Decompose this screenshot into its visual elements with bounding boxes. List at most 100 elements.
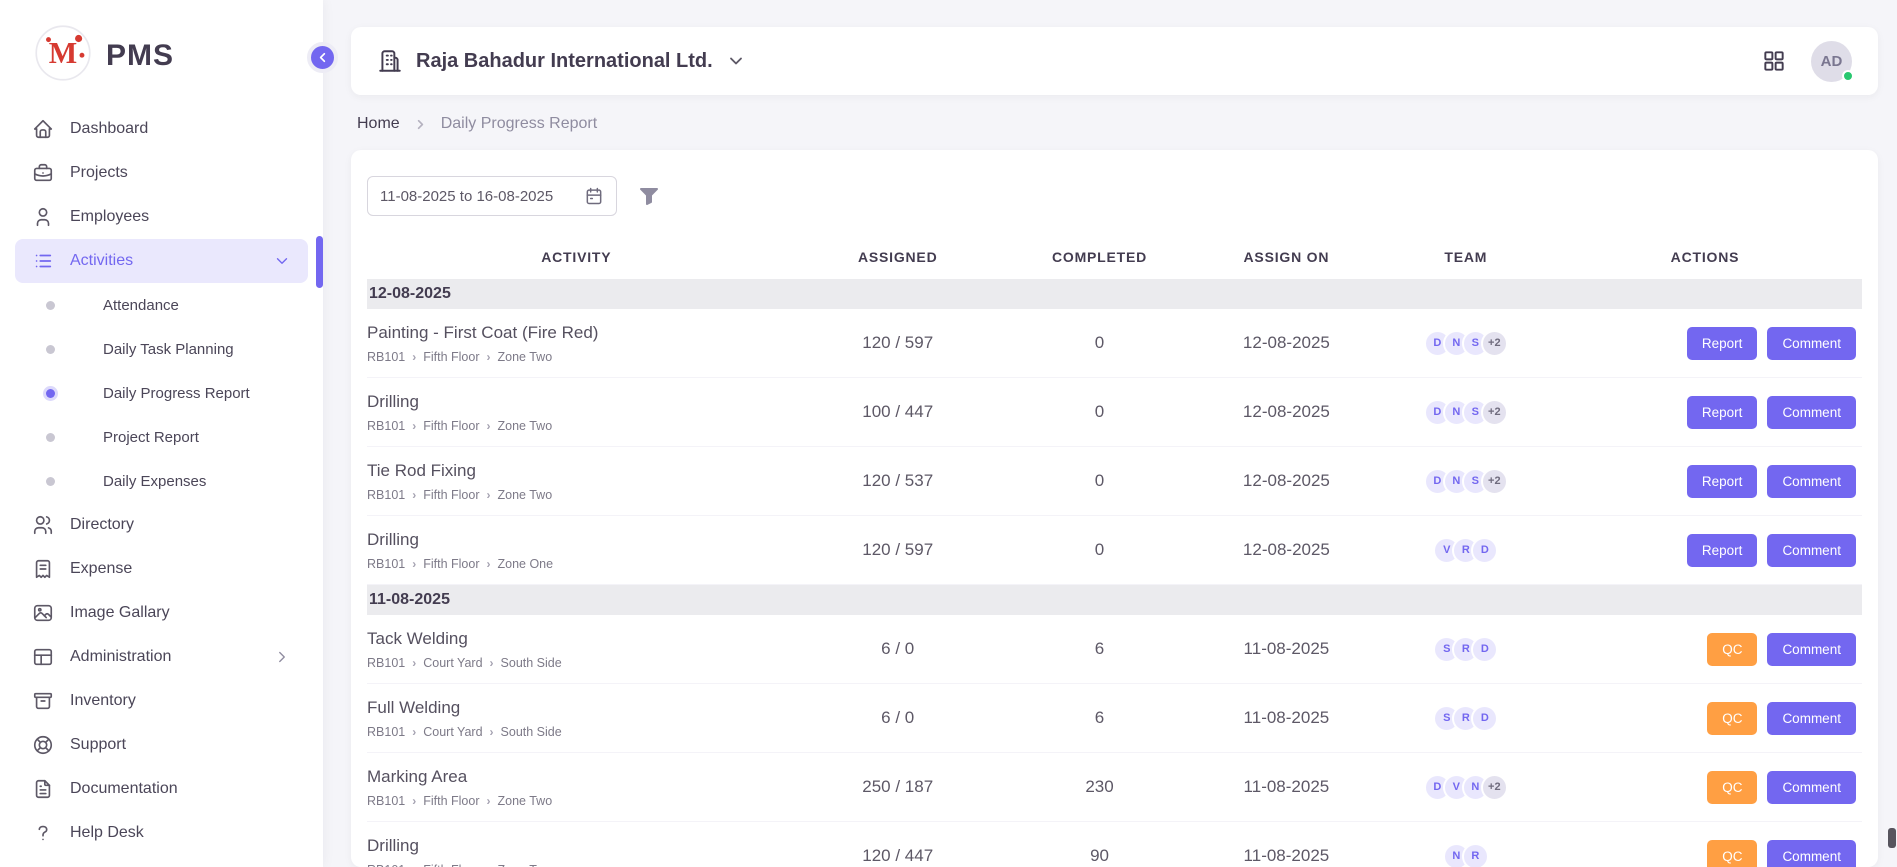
comment-button[interactable]: Comment	[1767, 771, 1856, 804]
team-member-avatar[interactable]: D	[1471, 705, 1498, 732]
column-header-team: TEAM	[1384, 249, 1548, 265]
qc-button[interactable]: QC	[1707, 840, 1757, 867]
team-extra-badge[interactable]: +2	[1481, 468, 1508, 495]
apps-grid-button[interactable]	[1761, 48, 1787, 74]
chevron-right-icon: ›	[412, 557, 416, 571]
date-range-value[interactable]	[380, 188, 576, 205]
assigned-value: 120 / 597	[786, 333, 1010, 353]
sidebar-collapse-button[interactable]	[307, 42, 338, 73]
assigned-value: 120 / 537	[786, 471, 1010, 491]
calendar-icon	[584, 186, 604, 206]
sidebar-item-label: Employees	[70, 208, 149, 226]
sidebar-item-image-gallary[interactable]: Image Gallary	[15, 591, 308, 635]
team-cell: SRD	[1384, 705, 1548, 732]
date-group-header: 11-08-2025	[367, 585, 1862, 615]
company-selector[interactable]: Raja Bahadur International Ltd.	[377, 48, 746, 74]
actions-cell: QC Comment	[1548, 633, 1862, 666]
chevron-down-icon	[273, 252, 291, 270]
submenu-item-attendance[interactable]: Attendance	[0, 283, 323, 327]
sidebar-item-label: Dashboard	[70, 120, 148, 138]
submenu-item-daily-task-planning[interactable]: Daily Task Planning	[0, 327, 323, 371]
path-segment: Fifth Floor	[423, 863, 479, 867]
activity-path: RB101›Court Yard›South Side	[367, 725, 786, 739]
team-extra-badge[interactable]: +2	[1481, 774, 1508, 801]
comment-button[interactable]: Comment	[1767, 702, 1856, 735]
qc-button[interactable]: QC	[1707, 633, 1757, 666]
path-segment: Zone Two	[498, 488, 553, 502]
sidebar-item-expense[interactable]: Expense	[15, 547, 308, 591]
comment-button[interactable]: Comment	[1767, 633, 1856, 666]
lifebuoy-icon	[32, 734, 54, 756]
team-extra-badge[interactable]: +2	[1481, 399, 1508, 426]
activity-path: RB101›Court Yard›South Side	[367, 656, 786, 670]
sidebar-item-dashboard[interactable]: Dashboard	[15, 107, 308, 151]
submenu-item-daily-progress-report[interactable]: Daily Progress Report	[0, 371, 323, 415]
chevron-right-icon: ›	[412, 350, 416, 364]
assigned-value: 6 / 0	[786, 708, 1010, 728]
chevron-right-icon: ›	[487, 557, 491, 571]
path-segment: RB101	[367, 488, 405, 502]
path-segment: Fifth Floor	[423, 350, 479, 364]
report-button[interactable]: Report	[1687, 327, 1758, 360]
sidebar-item-support[interactable]: Support	[15, 723, 308, 767]
activity-name: Tie Rod Fixing	[367, 461, 786, 481]
chevron-down-icon	[726, 51, 746, 71]
page-scrollbar-thumb[interactable]	[1888, 828, 1896, 848]
sidebar-item-help-desk[interactable]: Help Desk	[15, 811, 308, 855]
path-segment: South Side	[501, 725, 562, 739]
sidebar-item-employees[interactable]: Employees	[15, 195, 308, 239]
sidebar-item-label: Documentation	[70, 780, 178, 798]
path-segment: Zone Two	[498, 419, 553, 433]
qc-button[interactable]: QC	[1707, 702, 1757, 735]
date-range-input[interactable]	[367, 176, 617, 216]
team-extra-badge[interactable]: +2	[1481, 330, 1508, 357]
comment-button[interactable]: Comment	[1767, 465, 1856, 498]
submenu-item-project-report[interactable]: Project Report	[0, 415, 323, 459]
completed-value: 90	[1010, 846, 1189, 866]
completed-value: 6	[1010, 708, 1189, 728]
chevron-right-icon	[413, 117, 428, 132]
funnel-icon	[637, 184, 661, 208]
sidebar-item-projects[interactable]: Projects	[15, 151, 308, 195]
path-segment: Zone Two	[498, 794, 553, 808]
report-button[interactable]: Report	[1687, 465, 1758, 498]
column-header-assign-on: ASSIGN ON	[1189, 249, 1383, 265]
activity-cell: DrillingRB101›Fifth Floor›Zone One	[367, 530, 786, 571]
comment-button[interactable]: Comment	[1767, 396, 1856, 429]
activity-path: RB101›Fifth Floor›Zone Two	[367, 488, 786, 502]
sidebar-item-label: Directory	[70, 516, 134, 534]
sidebar-item-documentation[interactable]: Documentation	[15, 767, 308, 811]
team-cell: SRD	[1384, 636, 1548, 663]
column-header-activity: ACTIVITY	[367, 249, 786, 265]
qc-button[interactable]: QC	[1707, 771, 1757, 804]
submenu-item-daily-expenses[interactable]: Daily Expenses	[0, 459, 323, 503]
report-button[interactable]: Report	[1687, 396, 1758, 429]
team-member-avatar[interactable]: R	[1462, 843, 1489, 867]
team-member-avatar[interactable]: D	[1471, 537, 1498, 564]
activity-path: RB101›Fifth Floor›Zone Two	[367, 350, 786, 364]
sidebar-item-directory[interactable]: Directory	[15, 503, 308, 547]
chevron-right-icon	[273, 648, 291, 666]
company-name: Raja Bahadur International Ltd.	[416, 50, 713, 73]
comment-button[interactable]: Comment	[1767, 534, 1856, 567]
filter-button[interactable]	[637, 184, 661, 208]
archive-icon	[32, 690, 54, 712]
activity-cell: DrillingRB101›Fifth Floor›Zone Two	[367, 392, 786, 433]
date-group-header: 12-08-2025	[367, 279, 1862, 309]
chevron-right-icon: ›	[487, 419, 491, 433]
user-avatar[interactable]: AD	[1811, 41, 1852, 82]
table-row: DrillingRB101›Fifth Floor›Zone Two120 / …	[367, 822, 1862, 867]
sidebar-item-label: Support	[70, 736, 126, 754]
sidebar-item-activities[interactable]: Activities	[15, 239, 308, 283]
question-icon	[32, 822, 54, 844]
comment-button[interactable]: Comment	[1767, 840, 1856, 867]
report-button[interactable]: Report	[1687, 534, 1758, 567]
path-segment: Court Yard	[423, 656, 482, 670]
brand[interactable]: M PMS	[0, 0, 323, 107]
comment-button[interactable]: Comment	[1767, 327, 1856, 360]
sidebar-item-inventory[interactable]: Inventory	[15, 679, 308, 723]
team-member-avatar[interactable]: D	[1471, 636, 1498, 663]
user-icon	[32, 206, 54, 228]
breadcrumb-home[interactable]: Home	[357, 115, 400, 133]
sidebar-item-administration[interactable]: Administration	[15, 635, 308, 679]
